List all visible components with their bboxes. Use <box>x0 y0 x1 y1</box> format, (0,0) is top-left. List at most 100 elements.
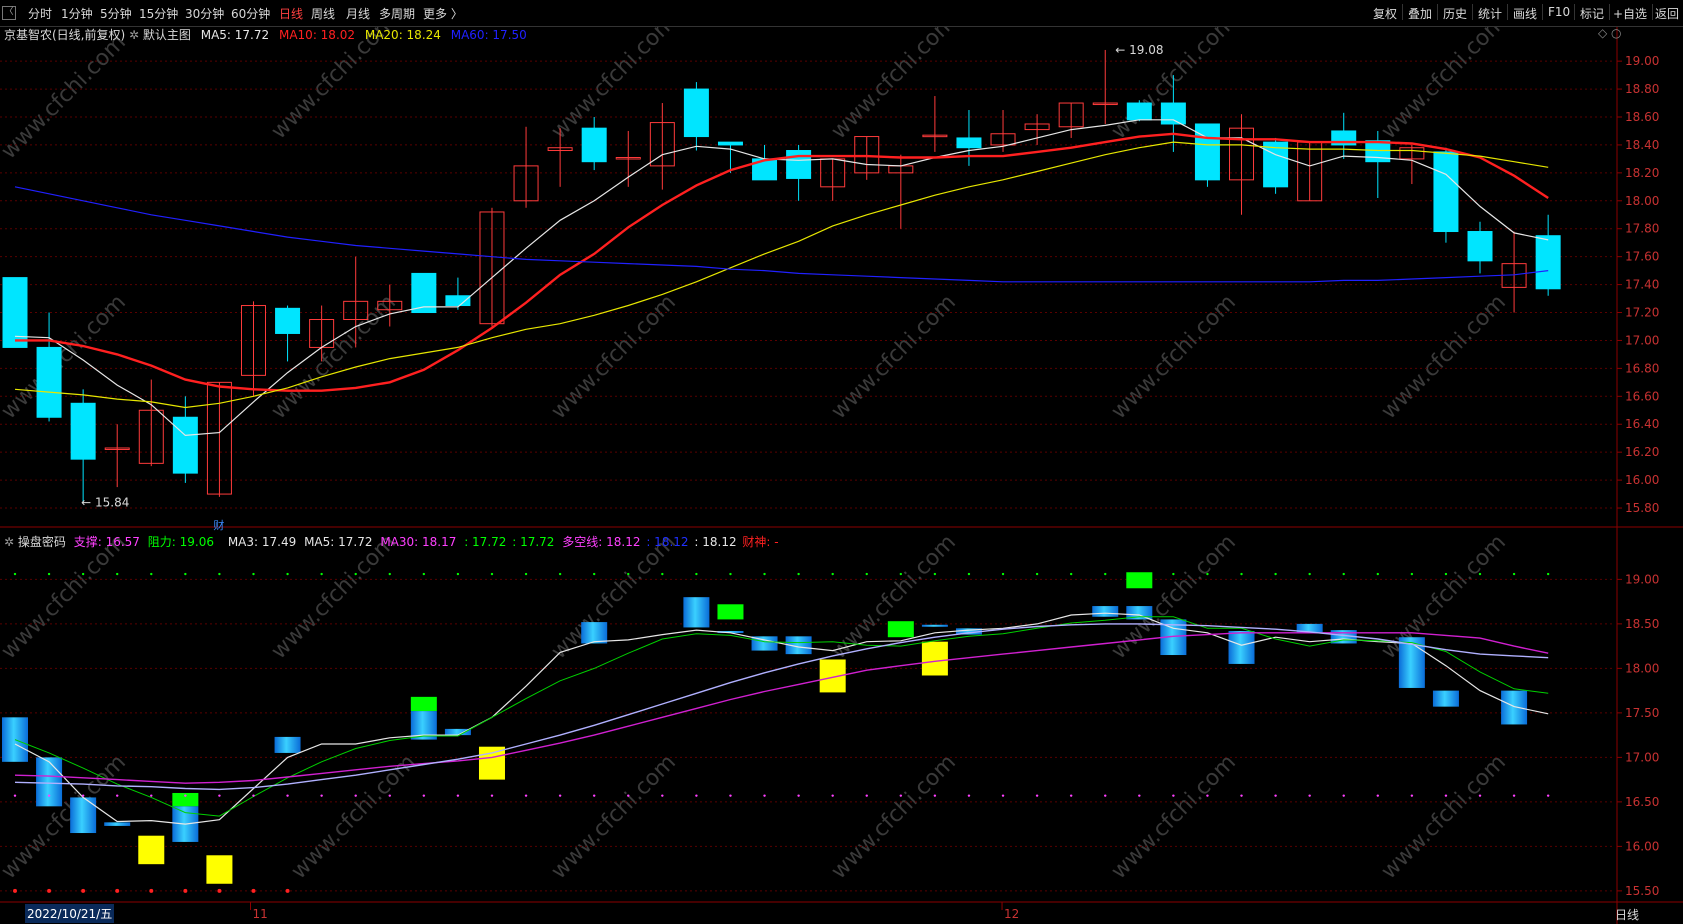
block-blue <box>104 822 131 826</box>
resist-dot <box>627 572 630 576</box>
support-dot <box>286 794 289 797</box>
support-dot <box>116 794 119 797</box>
y-tick-label: 18.00 <box>1625 194 1659 208</box>
resist-dot <box>1001 572 1005 576</box>
add-watchlist-button[interactable]: +自选 <box>1613 5 1647 22</box>
candle-body <box>1194 123 1220 181</box>
caishen-value: 财神: - <box>742 535 779 549</box>
resist-dot <box>1512 572 1516 576</box>
tab-fenshi[interactable]: 分时 <box>28 5 52 22</box>
y-tick-label: 18.50 <box>1625 617 1659 631</box>
tab-1min[interactable]: 1分钟 <box>61 5 93 22</box>
candle-body <box>956 137 982 149</box>
resist-dot <box>1035 572 1039 576</box>
y-tick-label: 16.60 <box>1625 389 1659 403</box>
resist-dot <box>1478 572 1482 576</box>
support-value: 支撑: 16.57 <box>73 535 140 549</box>
indicator-name[interactable]: 操盘密码 <box>18 535 66 549</box>
watermark: www.cfchi.com <box>827 10 961 144</box>
support-dot <box>1138 794 1141 797</box>
ma5-value: MA5: 17.72 <box>200 28 270 42</box>
resist-dot <box>592 572 596 576</box>
tab-more[interactable]: 更多 〉 <box>423 5 463 22</box>
back-button[interactable]: 返回 <box>1655 5 1679 22</box>
support-dot <box>661 794 664 797</box>
resist-dot <box>1104 572 1107 576</box>
candle-body <box>1535 235 1561 290</box>
tab-60min[interactable]: 60分钟 <box>231 5 270 22</box>
support-dot <box>81 794 85 797</box>
resist-dot <box>354 572 357 576</box>
candle-body <box>445 295 471 307</box>
support-dot <box>47 794 51 797</box>
red-dot <box>183 888 188 893</box>
resist-dot <box>899 572 903 576</box>
diamond-icon[interactable]: ◇ ○ <box>1598 26 1622 40</box>
template-name[interactable]: 默认主图 <box>143 28 191 42</box>
support-dot <box>1410 794 1414 797</box>
candle-body <box>1263 141 1289 188</box>
tab-multi-period[interactable]: 多周期 <box>379 5 415 22</box>
resist-dot <box>797 572 800 576</box>
block-blue <box>1228 630 1255 664</box>
block-blue <box>274 736 301 753</box>
tab-daily[interactable]: 日线 <box>279 5 303 22</box>
f10-button[interactable]: F10 <box>1548 5 1570 19</box>
resist-dot <box>218 572 221 576</box>
support-dot <box>1035 794 1039 797</box>
chart-canvas: www.cfchi.com www.cfchi.com www.cfchi.com w… <box>0 10 1683 924</box>
support-dot <box>1001 794 1005 797</box>
sub-settings-icon[interactable]: ✲ <box>4 535 18 549</box>
watermark: www.cfchi.com <box>1377 10 1511 144</box>
support-dot <box>763 794 766 797</box>
tab-5min[interactable]: 5分钟 <box>100 5 132 22</box>
tab-15min[interactable]: 15分钟 <box>139 5 178 22</box>
main-legend: 京基智农(日线,前复权) ✲ 默认主图 MA5: 17.72 MA10: 18.… <box>4 26 527 43</box>
resist-dot <box>865 572 868 576</box>
support-dot <box>13 794 17 797</box>
overlay-button[interactable]: 叠加 <box>1408 5 1432 22</box>
v2-value: : 17.72 <box>512 535 555 549</box>
support-dot <box>865 794 868 797</box>
watermark: www.cfchi.com <box>0 30 131 164</box>
collapse-icon[interactable]: 〈 <box>2 6 16 20</box>
y-tick-label: 16.20 <box>1625 445 1659 459</box>
stock-title[interactable]: 京基智农(日线,前复权) <box>4 28 125 42</box>
sub-legend: ✲ 操盘密码 支撑: 16.57 阻力: 19.06 MA3: 17.49 MA… <box>4 533 779 550</box>
y-tick-label: 16.50 <box>1625 795 1659 809</box>
resist-dot <box>831 572 834 576</box>
tab-weekly[interactable]: 周线 <box>311 5 335 22</box>
support-dot <box>184 794 187 797</box>
settings-icon[interactable]: ✲ <box>129 28 143 42</box>
adjust-button[interactable]: 复权 <box>1373 5 1397 22</box>
y-tick-label: 19.00 <box>1625 572 1659 586</box>
resist-dot <box>490 572 494 576</box>
support-dot <box>1376 794 1380 797</box>
red-dot <box>149 888 154 893</box>
v3-value: : 18.12 <box>646 535 689 549</box>
y-tick-label: 17.80 <box>1625 222 1659 236</box>
watermark: www.cfchi.com <box>267 530 401 664</box>
stats-button[interactable]: 统计 <box>1478 5 1502 22</box>
history-button[interactable]: 历史 <box>1443 5 1467 22</box>
block-blue <box>70 797 97 834</box>
y-tick-label: 16.00 <box>1625 839 1659 853</box>
y-tick-label: 17.60 <box>1625 250 1659 264</box>
block-yellow <box>138 835 165 865</box>
resist-dot <box>558 572 562 576</box>
ma20-value: MA20: 18.24 <box>364 28 441 42</box>
sub-series-line <box>14 616 1549 817</box>
resist-dot <box>13 572 17 576</box>
red-dot <box>81 888 86 893</box>
period-label: 日线 <box>1615 908 1640 922</box>
resist-dot <box>695 572 698 576</box>
series-ma20 <box>14 141 1549 409</box>
support-dot <box>1172 794 1175 797</box>
fin-marker: 财 <box>213 518 224 532</box>
tab-30min[interactable]: 30分钟 <box>185 5 224 22</box>
draw-button[interactable]: 画线 <box>1513 5 1537 22</box>
tab-monthly[interactable]: 月线 <box>346 5 370 22</box>
support-dot <box>1274 794 1277 797</box>
resist-dot <box>1444 572 1448 576</box>
mark-button[interactable]: 标记 <box>1580 5 1604 22</box>
